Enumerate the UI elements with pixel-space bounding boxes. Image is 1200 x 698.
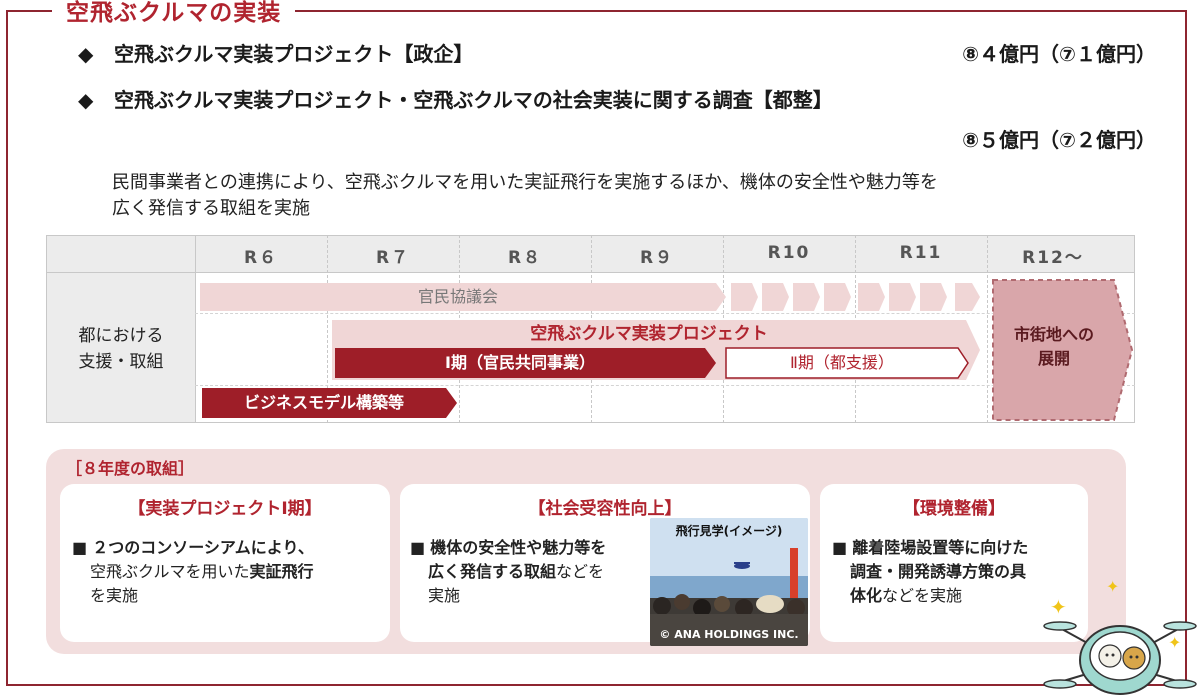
expansion-label-line-1: 市街地への (1013, 325, 1094, 344)
card-implementation-line-2: 空飛ぶクルマを用いた (90, 562, 250, 581)
business-label: ビジネスモデル構築等 (243, 393, 404, 412)
fy8-panel-title: ［８年度の取組］ (66, 459, 195, 478)
council-dash (762, 283, 789, 311)
photo-credit: © ANA HOLDINGS INC. (659, 628, 799, 641)
card-social-line-2: などを (556, 562, 605, 581)
card-environment-line-1: 離着陸場設置等に向けた (852, 538, 1029, 557)
council-dash (955, 283, 980, 311)
card-implementation-text: ■ ２つのコンソーシアムにより、 空飛ぶクルマを用いた実証飛行 を実施 (72, 536, 382, 608)
card-environment-line-2: 調査・開発誘導方策の具 (850, 562, 1027, 581)
sparkle-icon: ✦ (1050, 595, 1067, 619)
square-bullet-icon: ■ (72, 538, 88, 557)
card-environment-title: 【環境整備】 (903, 499, 1005, 519)
card-implementation-line-1: ２つのコンソーシアムにより、 (92, 538, 314, 557)
flight-viewing-photo: 飛行見学(イメージ) © ANA HOLDINGS INC. (650, 518, 808, 646)
council-dash (793, 283, 820, 311)
sparkle-icon: ✦ (1168, 633, 1181, 652)
card-social-line-2-bold: 広く発信する取組 (428, 562, 557, 581)
council-dash (731, 283, 758, 311)
card-social-line-3: 実施 (428, 586, 461, 605)
drone-mascot-illustration: ✦ ✦ ✦ (1043, 577, 1197, 695)
card-environment-line-3: などを実施 (882, 586, 963, 605)
card-environment-line-3-bold: 体化 (850, 586, 883, 605)
card-implementation-title: 【実装プロジェクトⅠ期】 (128, 499, 322, 519)
card-social-acceptance-text: ■ 機体の安全性や魅力等を 広く発信する取組などを 実施 (410, 536, 650, 608)
council-dash (824, 283, 851, 311)
card-implementation-line-2-bold: 実証飛行 (249, 562, 314, 581)
council-label: 官民協議会 (417, 287, 498, 306)
phase2-label: Ⅱ期（都支援） (790, 353, 894, 372)
council-dash (858, 283, 885, 311)
council-dash (920, 283, 947, 311)
expansion-label: 市街地への 展開 (995, 323, 1113, 371)
project-label: 空飛ぶクルマ実装プロジェクト (530, 324, 768, 344)
card-implementation-line-3: を実施 (90, 586, 139, 605)
square-bullet-icon: ■ (832, 538, 848, 557)
sparkle-icon: ✦ (1106, 577, 1119, 596)
card-social-acceptance-title: 【社会受容性向上】 (528, 499, 682, 519)
card-social-line-1: 機体の安全性や魅力等を (430, 538, 607, 557)
phase1-label: Ⅰ期（官民共同事業） (445, 353, 595, 372)
photo-caption: 飛行見学(イメージ) (675, 524, 783, 538)
expansion-label-line-2: 展開 (1037, 349, 1070, 368)
council-dash (889, 283, 916, 311)
square-bullet-icon: ■ (410, 538, 426, 557)
